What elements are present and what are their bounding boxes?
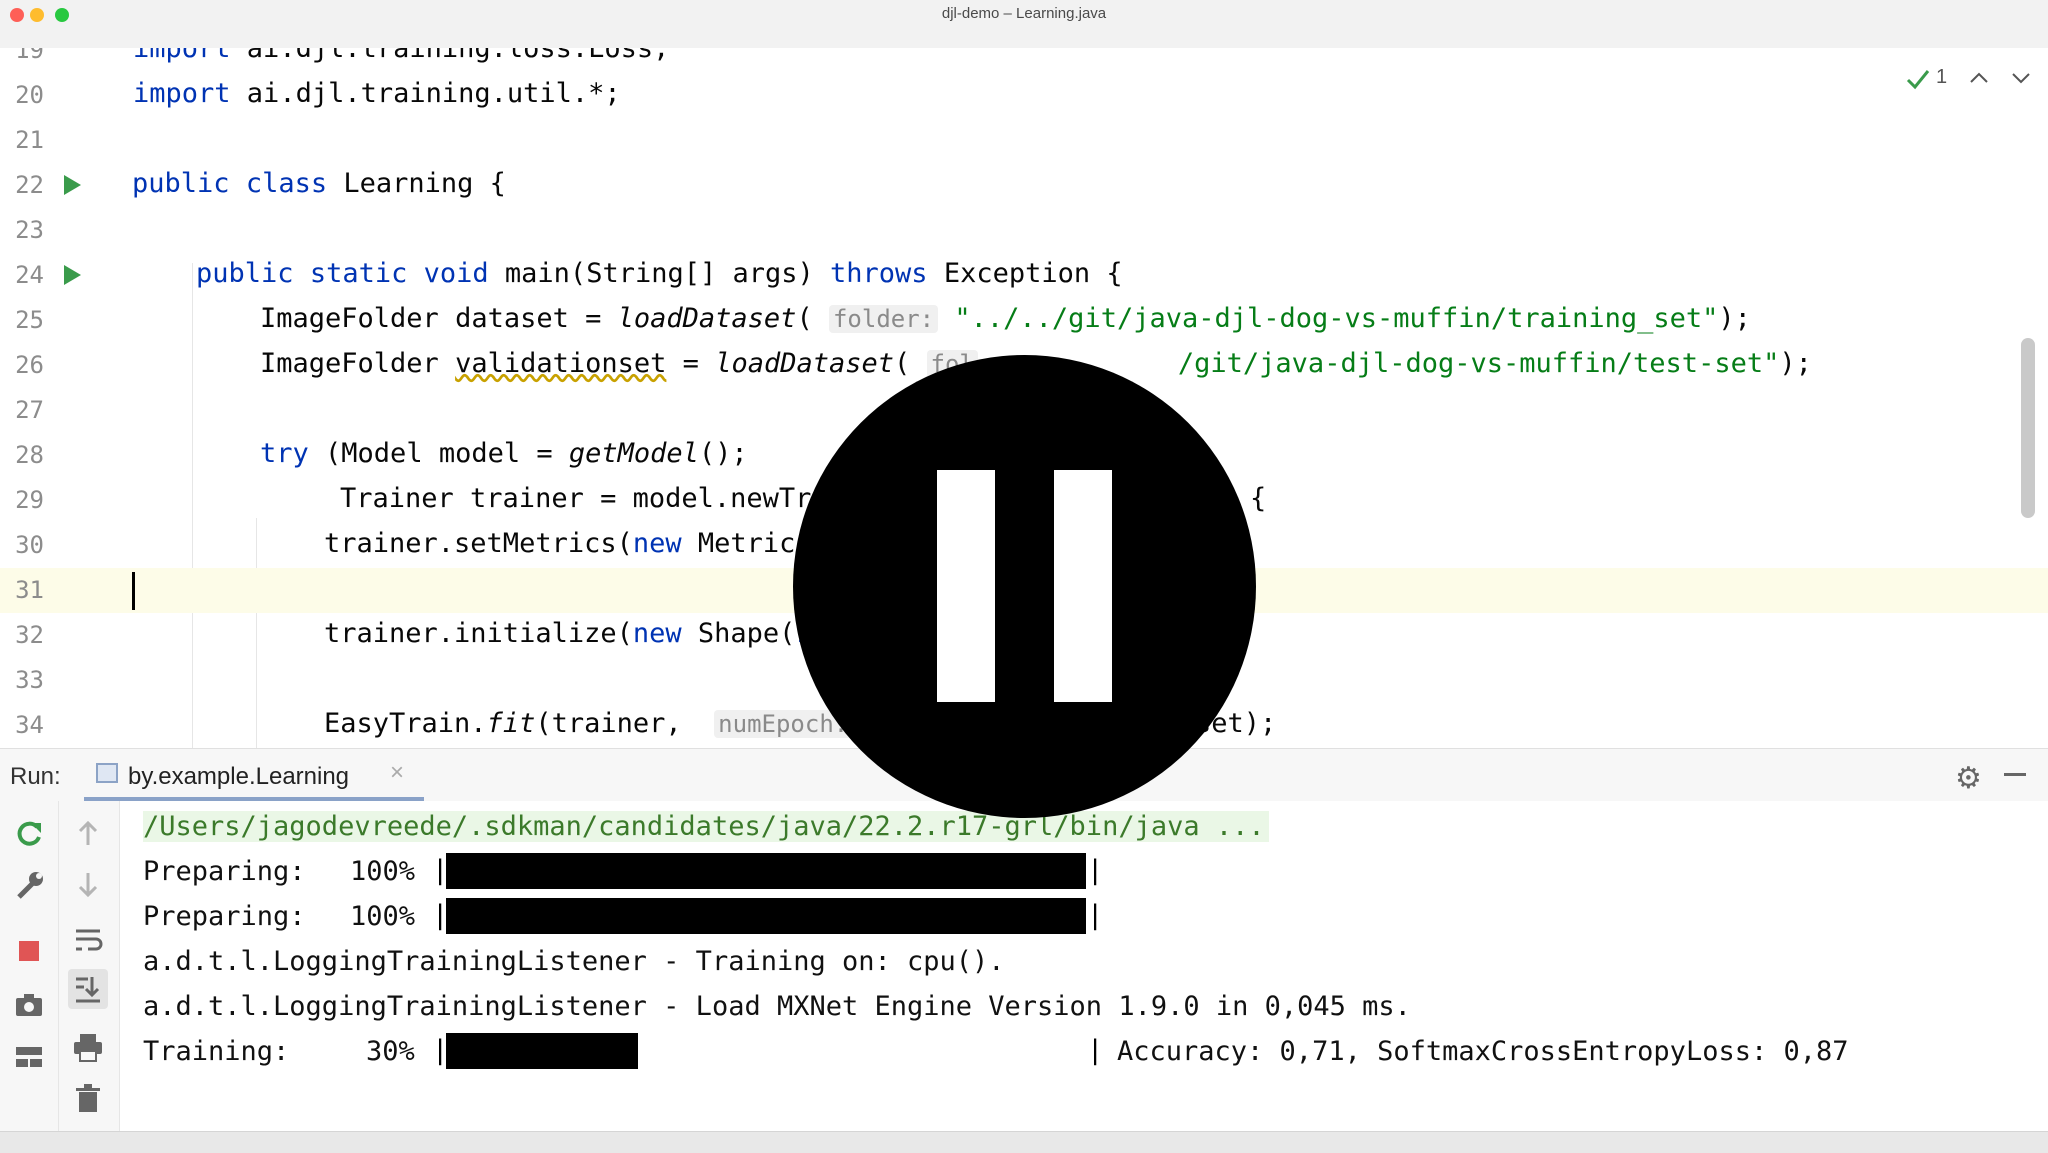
layout-icon[interactable] [9,1037,49,1077]
console-log-line: a.d.t.l.LoggingTrainingListener - Traini… [143,946,1005,977]
camera-icon[interactable] [9,985,49,1025]
code-line: 21 [0,118,2048,163]
line-number: 34 [15,711,44,739]
console-log-line: a.d.t.l.LoggingTrainingListener - Load M… [143,991,1411,1022]
line-number: 24 [15,261,44,289]
code-text: EasyTrain.fit(trainer, numEpoch: [324,708,853,739]
code-line: 20 import ai.djl.training.util.*; [0,73,2048,118]
code-text: Trainer trainer = model.newTr [340,483,812,514]
code-text: { [1250,483,1267,514]
code-line: 24 public static void main(String[] args… [0,253,2048,298]
run-label: Run: [10,763,61,790]
rerun-icon[interactable] [9,813,49,853]
line-number: 31 [15,576,44,604]
line-number: 26 [15,351,44,379]
code-text: public class Learning { [132,168,506,199]
status-bar [0,1131,2048,1153]
pause-icon-bar-left [937,470,995,702]
down-arrow-icon[interactable] [68,865,108,905]
progress-percent: 100% [350,901,416,932]
code-text: try (Model model = getModel(); [260,438,748,469]
code-text: public static void main(String[] args) t… [196,258,1123,289]
chevron-down-icon[interactable] [2010,70,2032,86]
run-toolbar-primary [0,801,59,1131]
chevron-up-icon[interactable] [1968,70,1990,86]
code-line: 25 ImageFolder dataset = loadDataset( fo… [0,298,2048,343]
progress-bar-right: | [1087,1035,1104,1066]
progress-bar-fill [446,1033,638,1069]
line-number: 20 [15,81,44,109]
line-number: 19 [15,48,44,64]
progress-bar-right: | [1087,900,1104,931]
line-number: 28 [15,441,44,469]
line-number: 21 [15,126,44,154]
trash-icon[interactable] [68,1079,108,1119]
code-text: import ai.djl.training.loss.Loss; [133,48,670,64]
run-console-panel: /Users/jagodevreede/.sdkman/candidates/j… [0,801,2048,1131]
run-tab[interactable]: by.example.Learning × [84,749,424,801]
run-config-icon [96,763,118,783]
code-text: import ai.djl.training.util.*; [133,78,621,109]
run-gutter-icon[interactable] [64,175,81,195]
window-title: djl-demo – Learning.java [941,5,1107,22]
text-caret [132,572,135,610]
line-number: 27 [15,396,44,424]
code-line: 23 [0,208,2048,253]
inspection-count[interactable]: 1 [1936,66,1947,89]
scroll-to-end-icon[interactable] [68,969,108,1009]
training-metrics: Accuracy: 0,71, SoftmaxCrossEntropyLoss:… [1117,1036,1849,1067]
console-progress-line: Training: [143,1036,290,1067]
up-arrow-icon[interactable] [68,813,108,853]
code-text: ImageFolder dataset = loadDataset( folde… [260,303,1751,334]
inspection-check-icon[interactable] [1906,68,1930,90]
progress-percent: 100% [350,856,416,887]
minimize-icon[interactable] [2004,773,2026,776]
editor-scrollbar[interactable] [2021,338,2035,518]
progress-bar-fill [446,853,1086,889]
line-number: 22 [15,171,44,199]
progress-bar-right: | [1087,855,1104,886]
line-number: 30 [15,531,44,559]
line-number: 25 [15,306,44,334]
line-number: 29 [15,486,44,514]
run-gutter-icon[interactable] [64,265,81,285]
line-number: 32 [15,621,44,649]
code-line: 22 public class Learning { [0,163,2048,208]
pause-icon-bar-right [1054,470,1112,702]
wrench-icon[interactable] [9,865,49,905]
console-progress-line: Preparing: [143,901,306,932]
progress-percent: 30% [366,1036,415,1067]
line-number: 33 [15,666,44,694]
console-progress-line: Preparing: [143,856,306,887]
run-toolbar-secondary [59,801,120,1131]
code-text: trainer.setMetrics(new Metrics [324,528,812,559]
console-command-line: /Users/jagodevreede/.sdkman/candidates/j… [143,811,1269,842]
line-number: 23 [15,216,44,244]
parameter-hint: folder: [828,305,939,333]
close-icon[interactable]: × [390,759,404,787]
pause-overlay-button[interactable] [793,355,1256,818]
run-tab-label: by.example.Learning [128,763,350,790]
gear-icon[interactable]: ⚙ [1955,761,1982,796]
print-icon[interactable] [68,1027,108,1067]
stop-icon[interactable] [9,931,49,971]
progress-bar-fill [446,898,1086,934]
title-bar: djl-demo – Learning.java [0,0,2048,49]
code-text: trainer.initialize(new Shape(1 [324,618,812,649]
code-line: 19 import ai.djl.training.loss.Loss; [0,48,2048,73]
soft-wrap-icon[interactable] [68,919,108,959]
